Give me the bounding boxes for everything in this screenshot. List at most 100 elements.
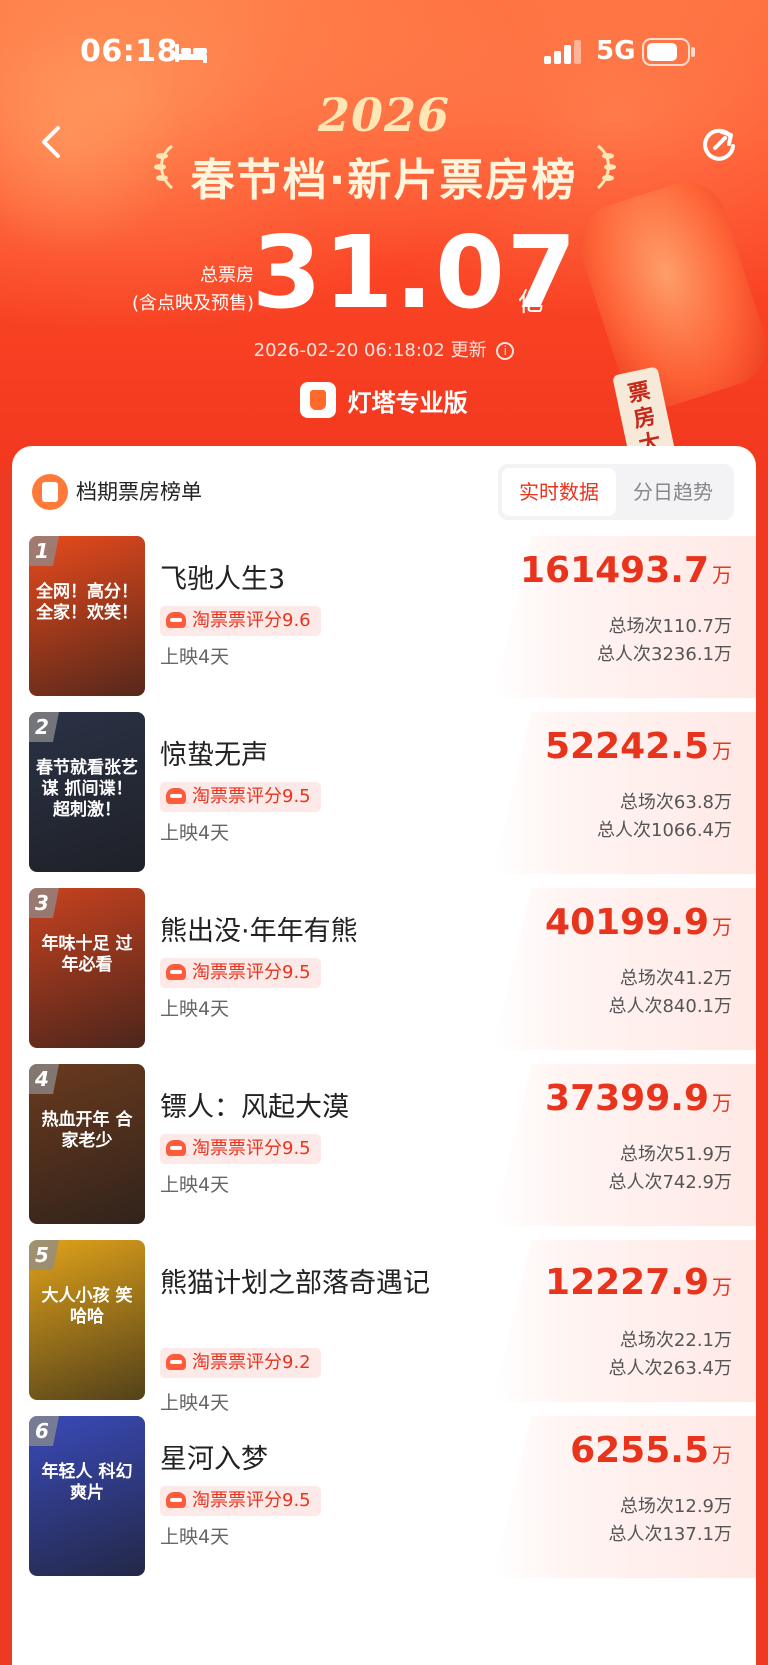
- rating-badge: 淘票票评分9.5: [160, 1134, 321, 1164]
- taopiaopiao-icon: [166, 788, 186, 804]
- movie-title[interactable]: 熊出没·年年有熊: [160, 914, 430, 950]
- poster-text: 全网！高分！全家！欢笑！: [36, 582, 138, 623]
- tab-daily-trend[interactable]: 分日趋势: [616, 468, 730, 516]
- movie-title[interactable]: 镖人：风起大漠: [160, 1090, 430, 1126]
- rating-score: 9.2: [282, 1352, 311, 1373]
- release-days: 上映4天: [160, 646, 230, 668]
- info-icon[interactable]: i: [496, 342, 515, 360]
- box-office-unit: 万: [712, 1443, 732, 1467]
- taopiaopiao-icon: [166, 964, 186, 980]
- rating-score: 9.5: [282, 786, 311, 807]
- rating-score: 9.5: [282, 1138, 311, 1159]
- poster-text: 春节就看张艺谋 抓间谍！超刺激！: [36, 758, 138, 820]
- box-office-unit: 万: [712, 739, 732, 763]
- taopiaopiao-icon: [166, 612, 186, 628]
- movie-row[interactable]: 春节就看张艺谋 抓间谍！超刺激！ 2 惊蛰无声 淘票票评分9.5 上映4天 52…: [12, 712, 756, 888]
- release-days: 上映4天: [160, 1174, 230, 1196]
- rating-prefix: 淘票票评分: [192, 1138, 282, 1159]
- page-title: 春节档·新片票房榜: [190, 155, 578, 206]
- poster-text: 热血开年 合家老少: [41, 1110, 133, 1151]
- release-days: 上映4天: [160, 1392, 230, 1414]
- total-viewers: 总人次742.9万: [608, 1172, 732, 1193]
- taopiaopiao-icon: [166, 1140, 186, 1156]
- rating-score: 9.6: [282, 610, 311, 631]
- movie-poster[interactable]: 春节就看张艺谋 抓间谍！超刺激！ 2: [29, 712, 145, 872]
- movie-poster[interactable]: 全网！高分！全家！欢笑！ 1: [29, 536, 145, 696]
- movie-poster[interactable]: 大人小孩 笑哈哈 5: [29, 1240, 145, 1400]
- update-time: 2026-02-20 06:18:02 更新 i: [0, 336, 768, 362]
- box-office-value: 161493.7: [519, 550, 709, 591]
- total-shows: 总场次22.1万: [619, 1330, 732, 1351]
- movie-row[interactable]: 全网！高分！全家！欢笑！ 1 飞驰人生3 淘票票评分9.6 上映4天 16149…: [12, 536, 756, 712]
- movie-title[interactable]: 惊蛰无声: [160, 738, 430, 774]
- brand-logo-icon: [300, 382, 337, 418]
- rating-badge: 淘票票评分9.5: [160, 782, 321, 812]
- release-days: 上映4天: [160, 1526, 230, 1548]
- box-office-value: 52242.5: [545, 726, 709, 767]
- box-office-value: 40199.9: [545, 902, 709, 943]
- box-office-value: 37399.9: [545, 1078, 709, 1119]
- box-office-value: 6255.5: [570, 1430, 709, 1471]
- year-title: 2026: [317, 88, 451, 142]
- total-shows: 总场次110.7万: [608, 616, 732, 637]
- card-header: 档期票房榜单 实时数据 分日趋势: [12, 446, 756, 536]
- box-office-card: 档期票房榜单 实时数据 分日趋势 全网！高分！全家！欢笑！ 1 飞驰人生3 淘票…: [12, 446, 756, 1665]
- rating-badge: 淘票票评分9.5: [160, 1486, 321, 1516]
- update-time-text: 2026-02-20 06:18:02 更新: [253, 340, 487, 361]
- movie-row[interactable]: 热血开年 合家老少 4 镖人：风起大漠 淘票票评分9.5 上映4天 37399.…: [12, 1064, 756, 1240]
- battery-icon: [642, 38, 695, 66]
- rating-prefix: 淘票票评分: [192, 610, 282, 631]
- release-days: 上映4天: [160, 998, 230, 1020]
- total-label-note: (含点映及预售): [131, 293, 254, 314]
- box-office: 52242.5 万: [545, 726, 732, 767]
- box-office: 40199.9 万: [545, 902, 732, 943]
- total-box-office-unit: 亿: [518, 288, 545, 318]
- poster-text: 年轻人 科幻爽片: [41, 1462, 133, 1503]
- view-toggle: 实时数据 分日趋势: [498, 464, 734, 520]
- total-shows: 总场次63.8万: [619, 792, 732, 813]
- total-label-line: 总票房: [200, 265, 254, 286]
- clapperboard-icon: [32, 474, 68, 510]
- box-office: 12227.9 万: [545, 1262, 732, 1303]
- rating-badge: 淘票票评分9.6: [160, 606, 321, 636]
- total-viewers: 总人次263.4万: [608, 1358, 732, 1379]
- network-type: 5G: [596, 36, 636, 66]
- status-time: 06:18: [80, 34, 178, 69]
- signal-icon: [544, 40, 581, 64]
- rating-prefix: 淘票票评分: [192, 786, 282, 807]
- box-office-unit: 万: [712, 1275, 732, 1299]
- rating-prefix: 淘票票评分: [192, 1490, 282, 1511]
- rating-badge: 淘票票评分9.2: [160, 1348, 321, 1378]
- laurel-right-icon: [596, 144, 616, 190]
- rating-prefix: 淘票票评分: [192, 962, 282, 983]
- total-viewers: 总人次840.1万: [608, 996, 732, 1017]
- movie-row[interactable]: 年轻人 科幻爽片 6 星河入梦 淘票票评分9.5 上映4天 6255.5 万 总场…: [12, 1416, 756, 1592]
- status-bar: 06:18 5G: [0, 0, 768, 100]
- movie-poster[interactable]: 年轻人 科幻爽片 6: [29, 1416, 145, 1576]
- poster-text: 年味十足 过年必看: [41, 934, 133, 975]
- total-shows: 总场次51.9万: [619, 1144, 732, 1165]
- release-days: 上映4天: [160, 822, 230, 844]
- total-viewers: 总人次137.1万: [608, 1524, 732, 1545]
- taopiaopiao-icon: [166, 1492, 186, 1508]
- rating-score: 9.5: [282, 962, 311, 983]
- box-office-unit: 万: [712, 563, 732, 587]
- total-box-office-label: 总票房 (含点映及预售): [124, 262, 254, 318]
- tab-realtime[interactable]: 实时数据: [502, 468, 616, 516]
- movie-row[interactable]: 年味十足 过年必看 3 熊出没·年年有熊 淘票票评分9.5 上映4天 40199…: [12, 888, 756, 1064]
- taopiaopiao-icon: [166, 1354, 186, 1370]
- movie-title[interactable]: 熊猫计划之部落奇遇记: [160, 1266, 430, 1302]
- movie-poster[interactable]: 年味十足 过年必看 3: [29, 888, 145, 1048]
- movie-row[interactable]: 大人小孩 笑哈哈 5 熊猫计划之部落奇遇记 淘票票评分9.2 上映4天 1222…: [12, 1240, 756, 1416]
- rating-prefix: 淘票票评分: [192, 1352, 282, 1373]
- box-office: 6255.5 万: [570, 1430, 732, 1471]
- movie-title[interactable]: 星河入梦: [160, 1442, 430, 1478]
- bed-icon: [175, 44, 207, 63]
- brand: 灯塔专业版: [0, 382, 768, 418]
- box-office-unit: 万: [712, 915, 732, 939]
- movie-title[interactable]: 飞驰人生3: [160, 562, 430, 598]
- total-shows: 总场次41.2万: [619, 968, 732, 989]
- total-viewers: 总人次3236.1万: [597, 644, 732, 665]
- movie-poster[interactable]: 热血开年 合家老少 4: [29, 1064, 145, 1224]
- total-viewers: 总人次1066.4万: [597, 820, 732, 841]
